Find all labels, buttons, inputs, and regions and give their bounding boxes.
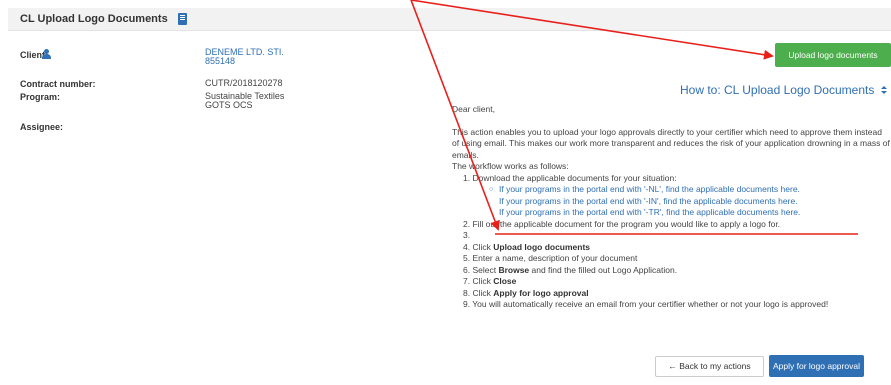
client-id-link[interactable]: 855148 (205, 56, 235, 66)
program-line-2: GOTS OCS (205, 100, 253, 110)
client-value[interactable]: DENEME LTD. STI. 855148 (205, 48, 284, 66)
intro-paragraph: This action enables you to upload your l… (452, 126, 890, 160)
step-6-prefix: 6. Select (463, 264, 499, 275)
page-title: CL Upload Logo Documents (20, 13, 168, 25)
workflow-heading: The workflow works as follows: (452, 161, 569, 171)
step-6-suffix: and find the filled out Logo Application… (529, 264, 678, 275)
greeting: Dear client, (452, 104, 495, 114)
workflow-steps: 1. Download the applicable documents for… (463, 173, 891, 311)
step-8: 8. Click Apply for logo approval (463, 288, 891, 300)
step-8-bold: Apply for logo approval (493, 287, 589, 298)
link-tr[interactable]: If your programs in the portal end with … (499, 207, 891, 219)
back-to-actions-button[interactable]: ← Back to my actions (655, 356, 764, 377)
step-8-prefix: 8. Click (463, 287, 494, 298)
step-7-prefix: 7. Click (463, 276, 494, 286)
step-6-bold: Browse (498, 264, 530, 275)
apply-logo-approval-button[interactable]: Apply for logo approval ✔ (769, 355, 864, 385)
step-1: 1. Download the applicable documents for… (463, 172, 677, 183)
user-icon (42, 49, 51, 59)
howto-content: Dear client, This action enables you to … (452, 104, 891, 311)
step-3: 3. (463, 230, 471, 240)
contract-value: CUTR/2018120278 (205, 78, 283, 88)
step-7-bold: Close (493, 276, 517, 286)
assignee-label: Assignee: (20, 122, 64, 132)
step-6: 6. Select Browse and find the filled out… (463, 265, 891, 277)
step-2: 2. Fill out the applicable document for … (463, 218, 781, 229)
step-4-prefix: 4. Click (463, 241, 494, 252)
step-7: 7. Click Close (463, 276, 891, 288)
link-nl[interactable]: If your programs in the portal end with … (489, 184, 891, 196)
document-icon (178, 13, 187, 25)
program-value: Sustainable Textiles GOTS OCS (205, 92, 284, 110)
page-header: CL Upload Logo Documents (8, 8, 891, 31)
document-links: If your programs in the portal end with … (489, 184, 891, 219)
link-in[interactable]: If your programs in the portal end with … (499, 196, 891, 208)
step-4: 4. Click Upload logo documents (463, 242, 891, 254)
contract-label: Contract number: (20, 79, 96, 89)
step-5: 5. Enter a name, description of your doc… (463, 253, 638, 263)
expand-icon[interactable] (879, 85, 889, 95)
program-label: Program: (20, 92, 61, 102)
step-9: 9. You will automatically receive an ema… (463, 299, 829, 309)
howto-title: How to: CL Upload Logo Documents (680, 83, 875, 97)
step-4-bold: Upload logo documents (493, 241, 591, 252)
upload-logo-documents-button[interactable]: Upload logo documents (775, 43, 891, 67)
